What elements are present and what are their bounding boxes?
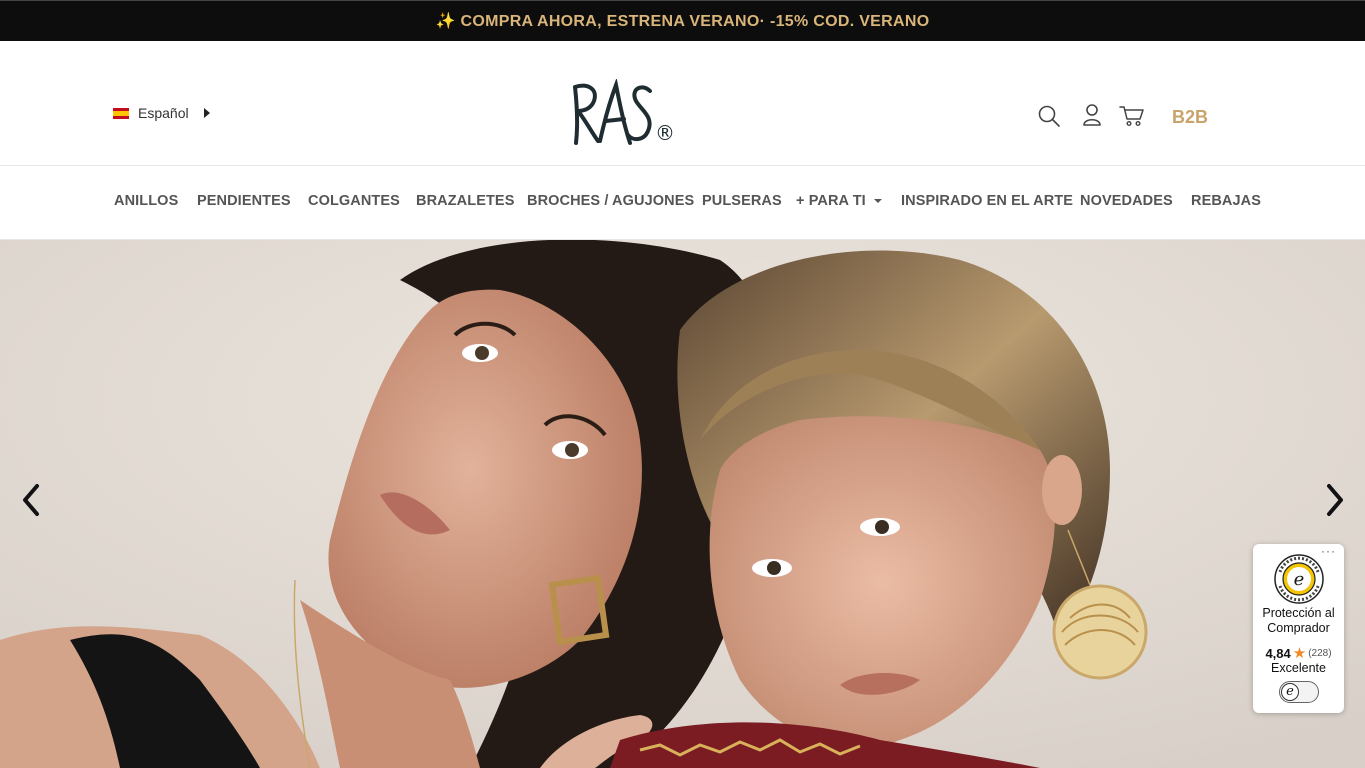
rating-grade: Excelente: [1271, 661, 1326, 675]
user-icon: [1083, 104, 1101, 126]
nav-item-rebajas[interactable]: REBAJAS: [1191, 193, 1261, 209]
b2b-link[interactable]: B2B: [1172, 107, 1208, 128]
nav-item-pendientes[interactable]: PENDIENTES: [197, 193, 291, 209]
chevron-right-icon: [1327, 484, 1343, 516]
nav-item-broches[interactable]: BROCHES / AGUJONES: [527, 193, 694, 209]
badge-title-line1: Protección al: [1262, 606, 1335, 620]
site-header: Español ® B2B: [0, 41, 1365, 166]
search-button[interactable]: [1036, 103, 1062, 129]
nav-item-anillos[interactable]: ANILLOS: [114, 193, 178, 209]
spain-flag-icon: [113, 107, 129, 119]
search-icon: [1038, 105, 1060, 127]
nav-item-brazaletes[interactable]: BRAZALETES: [416, 193, 514, 209]
caret-right-icon: [203, 108, 210, 118]
badge-title: Protección al Comprador: [1253, 606, 1344, 636]
registered-mark: ®: [655, 121, 675, 145]
announcement-text: ✨ COMPRA AHORA, ESTRENA VERANO· -15% COD…: [435, 13, 930, 30]
site-logo[interactable]: ®: [568, 77, 678, 151]
main-nav: ANILLOS PENDIENTES COLGANTES BRAZALETES …: [0, 166, 1365, 240]
hero-slider: [0, 240, 1365, 768]
slider-next-button[interactable]: [1320, 480, 1350, 520]
language-selector[interactable]: Español: [113, 105, 210, 121]
trusted-shops-badge[interactable]: ··· e Protección al Comprador 4,84 ★ (22…: [1253, 544, 1344, 713]
chevron-left-icon: [23, 484, 39, 516]
slider-prev-button[interactable]: [16, 480, 46, 520]
language-label: Español: [138, 105, 189, 121]
badge-rating: 4,84 ★ (228): [1253, 644, 1344, 662]
announcement-bar: ✨ COMPRA AHORA, ESTRENA VERANO· -15% COD…: [0, 0, 1365, 41]
nav-item-colgantes[interactable]: COLGANTES: [308, 193, 400, 209]
hero-photo: [0, 240, 1365, 768]
account-button[interactable]: [1081, 102, 1103, 128]
nav-item-inspirado-arte[interactable]: INSPIRADO EN EL ARTE: [901, 193, 1073, 209]
nav-item-para-ti[interactable]: + PARA TI: [796, 193, 882, 209]
trusted-e-icon: e: [1281, 683, 1299, 701]
chevron-down-icon: [873, 199, 882, 204]
badge-title-line2: Comprador: [1267, 621, 1330, 635]
trusted-shops-seal-icon: e: [1274, 554, 1324, 604]
nav-item-pulseras[interactable]: PULSERAS: [702, 193, 782, 209]
rating-value: 4,84: [1265, 645, 1291, 661]
svg-text:e: e: [1294, 569, 1305, 590]
nav-item-novedades[interactable]: NOVEDADES: [1080, 193, 1173, 209]
nav-item-para-ti-label: + PARA TI: [796, 193, 866, 209]
star-icon: ★: [1292, 645, 1307, 662]
review-count: (228): [1308, 647, 1332, 659]
cart-icon: [1119, 106, 1144, 127]
cart-button[interactable]: [1119, 104, 1145, 128]
badge-toggle[interactable]: e: [1279, 681, 1319, 703]
